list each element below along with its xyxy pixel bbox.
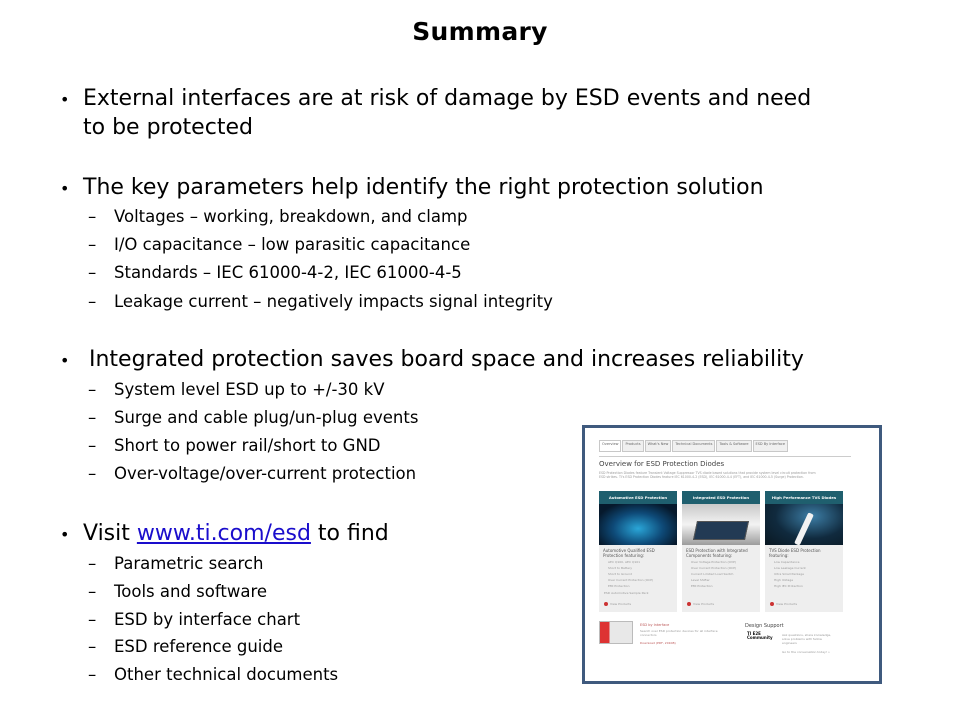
tablet-image [682,504,760,545]
card-integrated-esd: Integrated ESD Protection ESD Protection… [682,491,760,612]
bullet-text: Integrated protection saves board space … [89,347,804,372]
sub-bullet-text: Leakage current – negatively impacts sig… [114,292,553,311]
site-tab-products: Products [622,440,644,452]
design-support-link: Go to the conversation today! » [782,650,830,654]
card-title: TVS Diode ESD Protection featuring: [769,548,821,558]
esd-interface-desc: Search over ESD protection devices for a… [640,629,718,637]
cable-image [765,504,843,546]
bullet-dot: • [60,525,70,544]
esd-interface-thumbnail [599,621,633,644]
sub-bullet-text: Standards – IEC 61000-4-2, IEC 61000-4-5 [114,263,462,282]
card-feature-list: AEC Q100, AEC Q101 Short to Battery Shor… [599,559,677,589]
design-support-text: Ask questions, share knowledge, solve pr… [782,633,832,645]
cable-shape [794,512,814,546]
sub-bullet-text: Over-voltage/over-current protection [114,464,417,483]
ti-esd-link[interactable]: www.ti.com/esd [137,521,311,546]
arrow-circle-icon [770,602,774,606]
dash: – [88,408,97,427]
site-tab-technical-documents: Technical Documents [672,440,716,452]
bullet-dot: • [60,179,70,198]
card-feature-list: Low Capacitance Low Leakage Current Ultr… [765,559,843,589]
sub-bullet-text: I/O capacitance – low parasitic capacita… [114,235,471,254]
dash: – [88,207,97,226]
dash: – [88,665,97,684]
card-header: Integrated ESD Protection [682,491,760,504]
card-extra-link: ESD Automotive Sample Pack [604,591,649,595]
sub-bullet-text: Short to power rail/short to GND [114,436,381,455]
design-support-title: Design Support [745,623,784,629]
dash: – [88,380,97,399]
dash: – [88,464,97,483]
dash: – [88,637,97,656]
sub-bullet-text: Parametric search [114,554,264,573]
website-screenshot: Overview Products What's New Technical D… [582,425,882,684]
view-products: View Products [604,602,631,606]
card-header: Automotive ESD Protection [599,491,677,504]
site-tab-overview: Overview [599,440,622,452]
view-products: View Products [770,602,797,606]
card-header: High Performance TVS Diodes [765,491,843,504]
view-products: View Products [687,602,714,606]
site-tab-tools-software: Tools & Software [716,440,752,452]
card-automotive-esd: Automotive ESD Protection Automotive Qua… [599,491,677,612]
site-tab-esd-by-interface: ESD By Interface [752,440,788,452]
site-page-title: Overview for ESD Protection Diodes [599,460,725,468]
site-tab-whats-new: What's New [644,440,672,452]
card-feature: High IEC Protection [774,584,803,588]
bullet-dot: • [60,90,70,109]
bullet-text-cont: to be protected [83,115,253,140]
view-products-label: View Products [776,602,798,606]
bullet-dot: • [60,351,70,370]
sub-bullet-text: Other technical documents [114,665,339,684]
dash: – [88,610,97,629]
visit-prefix: Visit [83,521,137,546]
slide-title: Summary [412,17,548,46]
sub-bullet-text: System level ESD up to +/-30 kV [114,380,385,399]
sub-bullet-text: ESD reference guide [114,637,284,656]
site-description: ESD Protection Diodes feature Transient … [599,471,816,479]
card-title: Automotive Qualified ESD Protection feat… [603,548,655,558]
esd-interface-download: Download (PDF, 201KB) [640,641,676,645]
dash: – [88,235,97,254]
visit-suffix: to find [310,521,389,546]
bullet-text: The key parameters help identify the rig… [83,175,764,200]
bullet-text: External interfaces are at risk of damag… [83,86,812,111]
arrow-circle-icon [604,602,608,606]
view-products-label: View Products [693,602,715,606]
sub-bullet-text: Tools and software [114,582,268,601]
tab-divider [599,456,851,457]
tablet-shape [692,521,750,540]
arrow-circle-icon [687,602,691,606]
view-products-label: View Products [610,602,632,606]
sub-bullet-text: Voltages – working, breakdown, and clamp [114,207,468,226]
card-feature: EMI Protection [691,584,713,588]
card-feature-list: Over Voltage Protection (OVP) Over Curre… [682,559,760,589]
sub-bullet-text: ESD by interface chart [114,610,301,629]
dash: – [88,582,97,601]
dash: – [88,263,97,282]
site-tabs: Overview Products What's New Technical D… [599,440,789,456]
dash: – [88,292,97,311]
car-image [599,504,677,545]
esd-interface-title: ESD by Interface [640,623,670,627]
dash: – [88,436,97,455]
dash: – [88,554,97,573]
card-tvs-diodes: High Performance TVS Diodes TVS Diode ES… [765,491,843,612]
e2e-community-logo: TI E2E Community [747,631,773,640]
bullet-text: Visit www.ti.com/esd to find [83,519,389,548]
card-title: ESD Protection with Integrated Component… [686,548,748,558]
sub-bullet-text: Surge and cable plug/un-plug events [114,408,419,427]
